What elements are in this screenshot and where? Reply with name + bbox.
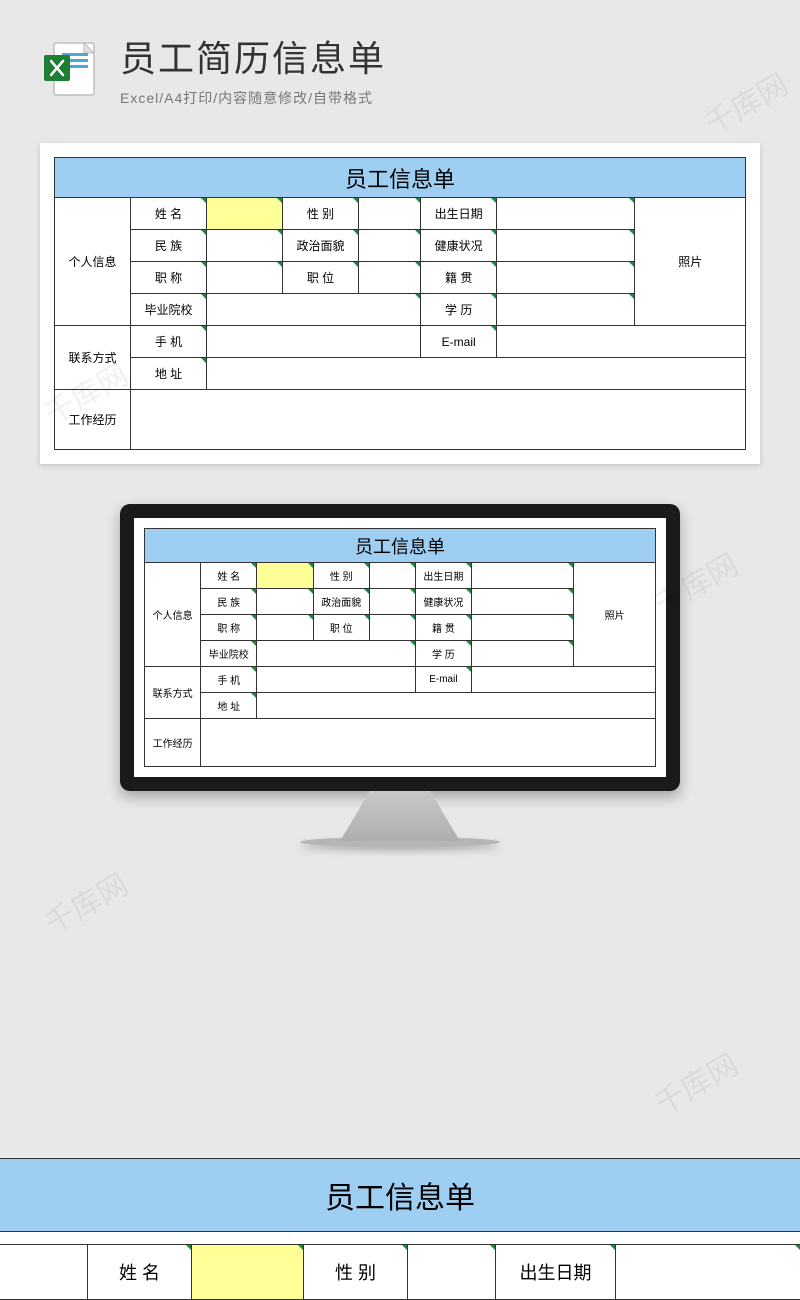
label-edu: 学 历 <box>421 294 497 326</box>
label-political: 政治面貌 <box>283 230 359 262</box>
input-work[interactable] <box>131 390 746 450</box>
strip-label-name: 姓 名 <box>88 1244 192 1300</box>
label-name: 姓 名 <box>131 198 207 230</box>
page-title: 员工简历信息单 <box>120 30 760 82</box>
label-address: 地 址 <box>131 358 207 390</box>
input-email[interactable] <box>497 326 746 358</box>
employee-form-table-monitor: 员工信息单 个人信息 姓 名 性 别 出生日期 照片 民 族 政治面貌 健康 <box>144 528 656 767</box>
strip-label-birth: 出生日期 <box>496 1244 616 1300</box>
excel-icon <box>40 39 100 99</box>
input-title[interactable] <box>207 262 283 294</box>
input-name[interactable] <box>207 198 283 230</box>
input-school[interactable] <box>207 294 421 326</box>
watermark: 千库网 <box>645 1040 745 1123</box>
page-header: 员工简历信息单 Excel/A4打印/内容随意修改/自带格式 <box>0 0 800 123</box>
label-email: E-mail <box>421 326 497 358</box>
strip-input-birth[interactable] <box>616 1244 800 1300</box>
section-personal: 个人信息 <box>55 198 131 326</box>
input-political[interactable] <box>359 230 421 262</box>
form-title: 员工信息单 <box>55 158 746 198</box>
section-contact: 联系方式 <box>55 326 131 390</box>
photo-cell[interactable]: 照片 <box>635 198 746 326</box>
label-title: 职 称 <box>131 262 207 294</box>
label-health: 健康状况 <box>421 230 497 262</box>
label-ethnic: 民 族 <box>131 230 207 262</box>
input-native[interactable] <box>497 262 635 294</box>
label-position: 职 位 <box>283 262 359 294</box>
sheet-preview-card: 员工信息单 个人信息 姓 名 性 别 出生日期 照片 民 族 政治面貌 健康状况… <box>40 143 760 464</box>
label-school: 毕业院校 <box>131 294 207 326</box>
input-edu[interactable] <box>497 294 635 326</box>
strip-input-gender[interactable] <box>408 1244 496 1300</box>
input-position[interactable] <box>359 262 421 294</box>
strip-input-name[interactable] <box>192 1244 304 1300</box>
input-health[interactable] <box>497 230 635 262</box>
strip-title: 员工信息单 <box>0 1158 800 1232</box>
strip-label-gender: 性 别 <box>304 1244 408 1300</box>
bottom-strip: 员工信息单 姓 名 性 别 出生日期 <box>0 1158 800 1300</box>
label-gender: 性 别 <box>283 198 359 230</box>
label-native: 籍 贯 <box>421 262 497 294</box>
input-gender[interactable] <box>359 198 421 230</box>
input-address[interactable] <box>207 358 746 390</box>
label-phone: 手 机 <box>131 326 207 358</box>
monitor-mockup: 员工信息单 个人信息 姓 名 性 别 出生日期 照片 民 族 政治面貌 健康 <box>120 504 680 847</box>
section-work: 工作经历 <box>55 390 131 450</box>
page-subtitle: Excel/A4打印/内容随意修改/自带格式 <box>120 88 760 108</box>
employee-form-table: 员工信息单 个人信息 姓 名 性 别 出生日期 照片 民 族 政治面貌 健康状况… <box>54 157 746 450</box>
input-birth[interactable] <box>497 198 635 230</box>
label-birth: 出生日期 <box>421 198 497 230</box>
input-phone[interactable] <box>207 326 421 358</box>
input-ethnic[interactable] <box>207 230 283 262</box>
watermark: 千库网 <box>35 860 135 943</box>
